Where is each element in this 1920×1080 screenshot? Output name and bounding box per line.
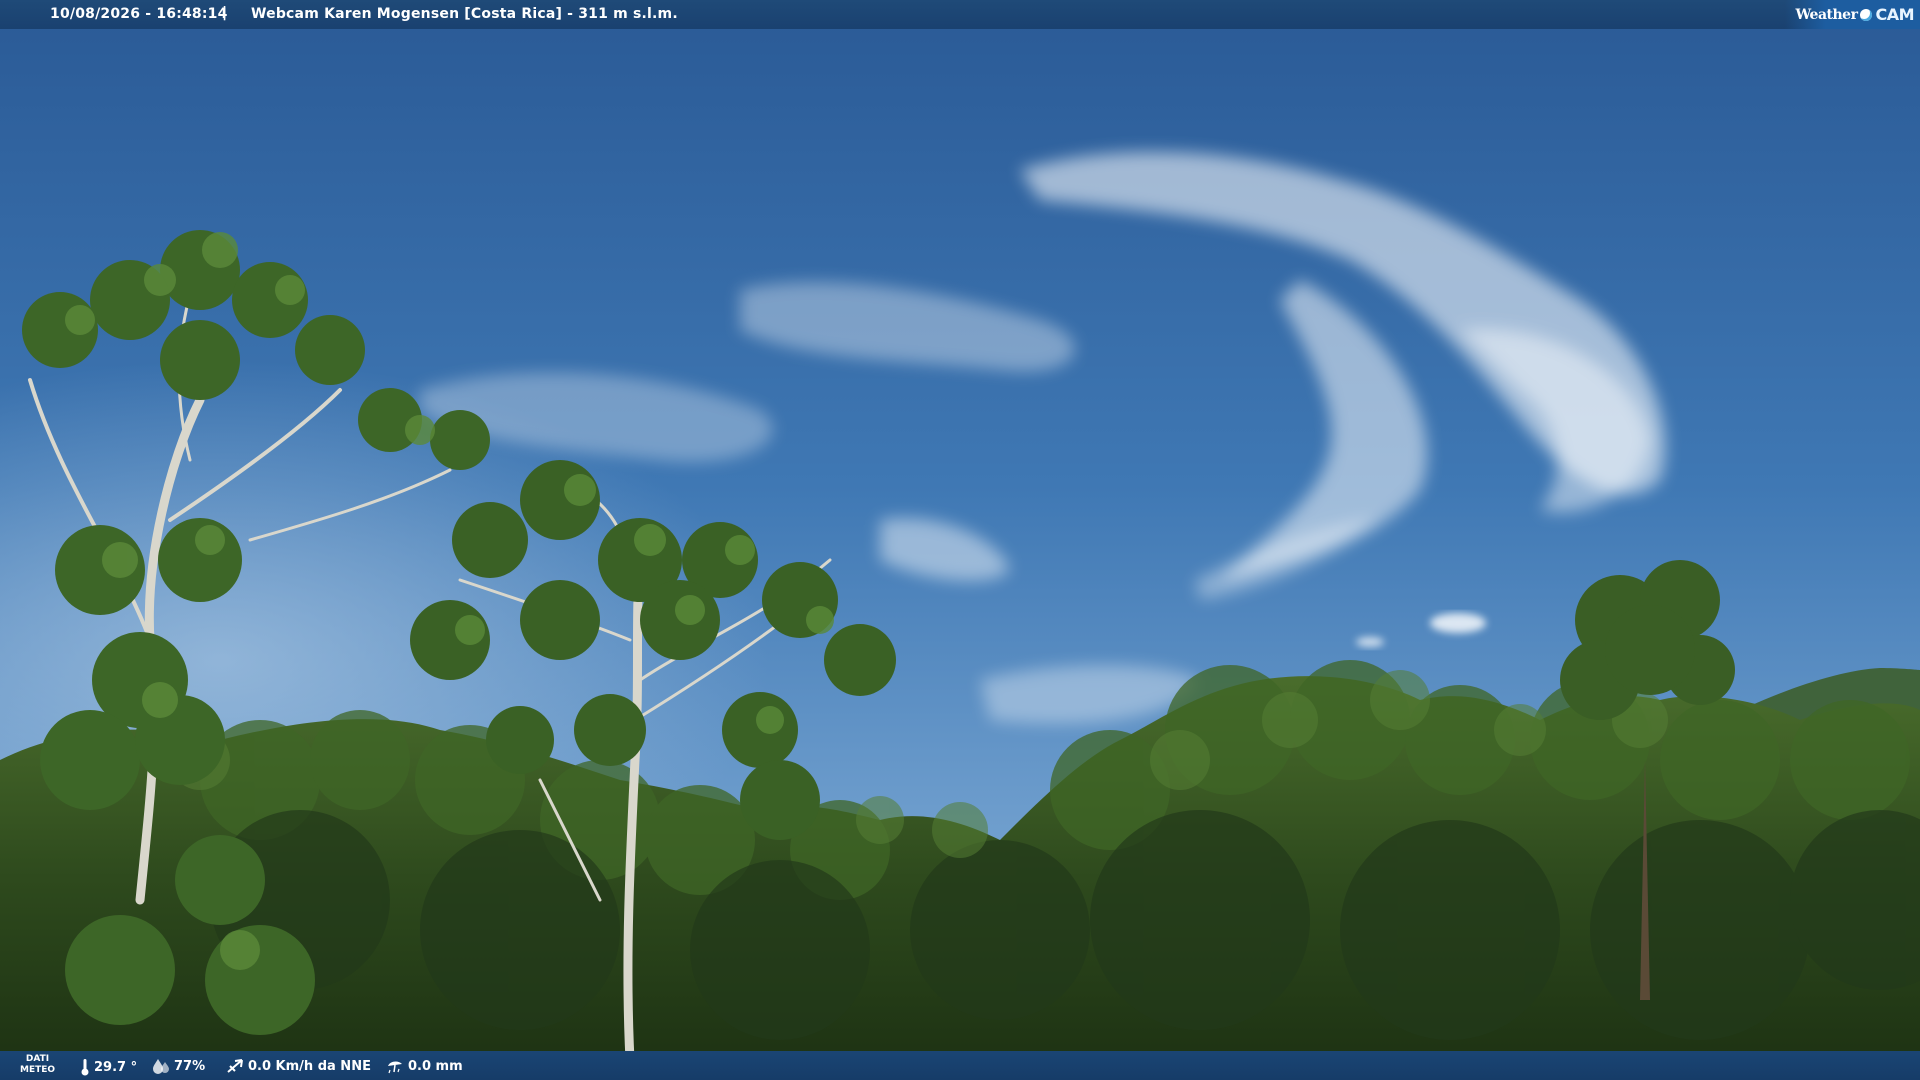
webcam-frame: 10/08/2026 - 16:48:14 | Webcam Karen Mog… bbox=[0, 0, 1920, 1080]
weathercam-logo[interactable]: Weather CAM bbox=[1785, 0, 1920, 29]
header-bar: 10/08/2026 - 16:48:14 | Webcam Karen Mog… bbox=[0, 0, 1920, 29]
logo-weather-text: Weather bbox=[1795, 6, 1858, 23]
temperature-value: 29.7 ° bbox=[94, 1059, 138, 1075]
humidity-value: 77% bbox=[174, 1058, 206, 1074]
timestamp: 10/08/2026 - 16:48:14 bbox=[50, 6, 228, 22]
wind-value: 0.0 Km/h da NNE bbox=[248, 1058, 371, 1074]
weather-data-bar: DATI METEO 29.7 ° 77% 0.0 Km/h da NNE 0.… bbox=[0, 1051, 1920, 1080]
temperature-reading: 29.7 ° bbox=[80, 1058, 137, 1076]
dati-meteo-label: DATI METEO bbox=[20, 1054, 56, 1075]
rain-value: 0.0 mm bbox=[408, 1058, 463, 1074]
logo-cam-text: CAM bbox=[1875, 5, 1914, 24]
humidity-drop-icon bbox=[153, 1059, 169, 1074]
thermometer-icon bbox=[81, 1059, 89, 1076]
webcam-title: Webcam Karen Mogensen [Costa Rica] - 311… bbox=[251, 6, 678, 22]
wind-reading: 0.0 Km/h da NNE bbox=[226, 1058, 371, 1074]
rain-reading: 0.0 mm bbox=[386, 1058, 463, 1074]
webcam-image bbox=[0, 0, 1920, 1080]
humidity-reading: 77% bbox=[152, 1058, 205, 1074]
header-separator: | bbox=[222, 5, 228, 21]
logo-globe-icon bbox=[1860, 8, 1873, 21]
rain-gauge-icon bbox=[388, 1061, 402, 1074]
wind-arrow-icon bbox=[227, 1059, 243, 1073]
